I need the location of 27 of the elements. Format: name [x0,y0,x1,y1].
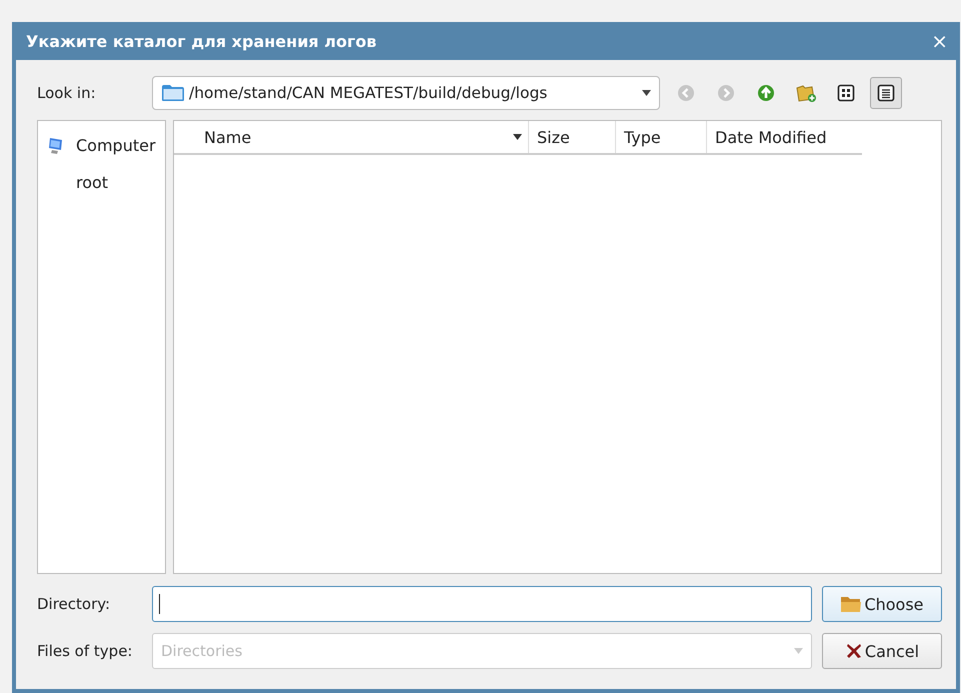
detail-view-icon [877,84,895,102]
cancel-button[interactable]: Cancel [822,633,942,669]
back-icon [677,84,695,102]
look-in-label: Look in: [37,84,97,102]
sidebar-item[interactable]: Computer [76,136,156,155]
icon-view-icon [837,84,855,102]
dropdown-arrow-icon [642,90,651,96]
window-title: Укажите каталог для хранения логов [26,32,378,50]
dropdown-arrow-icon [794,648,803,654]
close-button[interactable]: × [931,29,956,53]
directory-field[interactable] [152,586,812,622]
cancel-icon [844,642,863,660]
column-header[interactable]: Size [529,121,616,153]
sidebar-item[interactable]: root [76,173,108,192]
folder-icon [161,84,185,102]
choose-button[interactable]: Choose [822,586,942,622]
column-header[interactable]: Date Modified [707,121,862,153]
new-folder-icon [795,83,817,103]
forward-icon [717,84,735,102]
column-header[interactable]: Name [174,121,529,153]
column-header[interactable]: Type [616,121,707,153]
files-of-type-label: Files of type: [37,642,134,660]
folder-icon [840,595,862,613]
detail-view-button[interactable] [870,77,902,109]
sort-arrow-icon [513,134,522,140]
directory-label: Directory: [37,595,112,613]
path-combo-box[interactable]: /home/stand/CAN MEGATEST/build/debug/logs [152,76,660,110]
